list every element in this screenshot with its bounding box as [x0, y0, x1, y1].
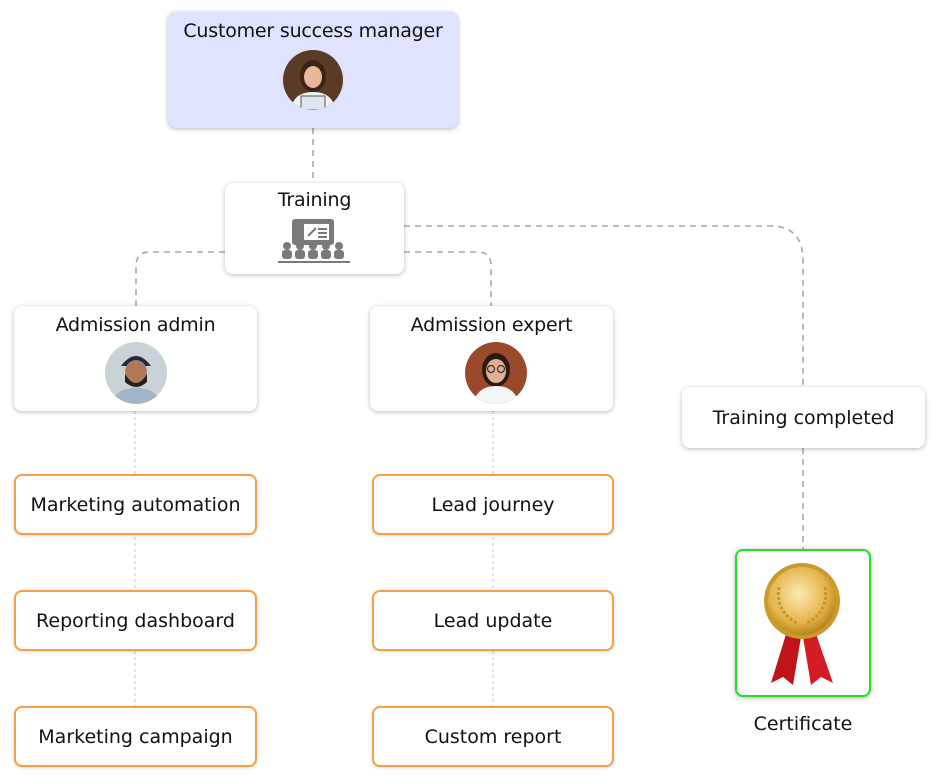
- connector-training-expert: [404, 251, 492, 306]
- customer-success-manager-node: Customer success manager: [168, 12, 458, 128]
- node-title: Admission admin: [55, 314, 216, 336]
- expert-task-lead-update: Lead update: [372, 590, 614, 651]
- task-label: Lead journey: [431, 493, 555, 516]
- certificate-label: Certificate: [753, 713, 853, 735]
- training-completed-node: Training completed: [682, 387, 925, 448]
- admin-task-reporting-dashboard: Reporting dashboard: [14, 590, 257, 651]
- task-label: Reporting dashboard: [36, 609, 235, 632]
- expert-task-custom-report: Custom report: [372, 706, 614, 767]
- admin-task-marketing-campaign: Marketing campaign: [14, 706, 257, 767]
- connector-training-admin: [135, 251, 225, 306]
- admin-avatar: [105, 342, 167, 404]
- manager-avatar: [283, 50, 343, 110]
- node-title: Training: [277, 189, 352, 211]
- training-node: Training: [225, 183, 404, 274]
- certificate-node: [735, 549, 871, 697]
- task-label: Marketing campaign: [38, 725, 233, 748]
- task-label: Marketing automation: [30, 493, 241, 516]
- task-label: Custom report: [424, 725, 562, 748]
- admission-admin-node: Admission admin: [14, 306, 257, 411]
- node-title: Training completed: [712, 406, 895, 429]
- node-title: Admission expert: [410, 314, 573, 336]
- task-label: Lead update: [433, 609, 553, 632]
- classroom-presentation-icon: [278, 219, 350, 263]
- admin-task-marketing-automation: Marketing automation: [14, 474, 257, 535]
- node-title: Customer success manager: [183, 20, 443, 42]
- expert-task-lead-journey: Lead journey: [372, 474, 614, 535]
- admission-expert-node: Admission expert: [370, 306, 613, 411]
- gold-medal-ribbon-icon: [764, 563, 840, 685]
- expert-avatar: [465, 342, 527, 404]
- training-flow-diagram: Customer success manager Training Admiss…: [0, 0, 937, 781]
